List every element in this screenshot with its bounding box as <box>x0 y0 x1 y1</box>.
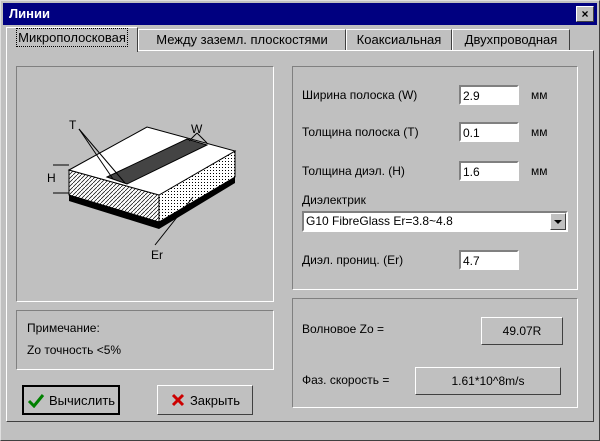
title-bar[interactable]: Линии × <box>3 3 597 25</box>
note-box: Примечание: Zo точность <5% <box>16 310 274 370</box>
close-window-button[interactable]: × <box>576 6 594 22</box>
dielectric-selected: G10 FibreGlass Er=3.8~4.8 <box>306 214 453 228</box>
close-label: Закрыть <box>189 392 241 408</box>
tab-microstrip[interactable]: Микрополосковая <box>6 27 138 52</box>
microstrip-diagram: T W H Er <box>47 118 237 262</box>
parameters-box: Ширина полоска (W) 2.9 мм Толщина полоск… <box>292 66 578 290</box>
tab-twin-wire[interactable]: Двухпроводная <box>452 29 570 50</box>
permittivity-label: Диэл. прониц. (Er) <box>302 253 404 267</box>
label-h: H <box>47 171 56 185</box>
thickness-input[interactable]: 0.1 <box>459 122 519 142</box>
thickness-label: Толщина полоска (T) <box>302 125 419 139</box>
impedance-output: 49.07R <box>481 317 563 345</box>
chevron-down-icon <box>554 220 562 224</box>
calculate-button[interactable]: Вычислить <box>22 385 120 415</box>
tab-coaxial[interactable]: Коаксиальная <box>346 29 452 50</box>
cross-icon <box>171 393 185 407</box>
dielectric-thickness-unit: мм <box>531 164 548 178</box>
calculate-label: Вычислить <box>48 392 116 408</box>
thickness-unit: мм <box>531 125 548 139</box>
tab-label: Двухпроводная <box>464 32 558 47</box>
width-unit: мм <box>531 88 548 102</box>
width-input[interactable]: 2.9 <box>459 85 519 105</box>
label-t: T <box>69 118 77 132</box>
dielectric-thickness-label: Толщина диэл. (H) <box>302 164 405 178</box>
tab-between-ground-planes[interactable]: Между заземл. плоскостями <box>138 29 346 50</box>
tab-label: Между заземл. плоскостями <box>156 32 328 47</box>
velocity-output: 1.61*10^8m/s <box>415 367 561 395</box>
permittivity-input[interactable]: 4.7 <box>459 250 519 270</box>
tab-label: Коаксиальная <box>356 32 442 47</box>
label-w: W <box>191 122 203 136</box>
velocity-label: Фаз. скорость = <box>302 373 390 387</box>
width-label: Ширина полоска (W) <box>302 88 418 102</box>
label-er: Er <box>151 248 163 262</box>
dropdown-button[interactable] <box>550 213 566 230</box>
window-title: Линии <box>9 6 50 21</box>
checkmark-icon <box>27 394 45 408</box>
dielectric-label: Диэлектрик <box>302 193 366 207</box>
impedance-label: Волновое Zo = <box>302 322 384 336</box>
diagram-box: T W H Er <box>16 66 274 302</box>
note-title: Примечание: <box>27 321 100 335</box>
dielectric-select[interactable]: G10 FibreGlass Er=3.8~4.8 <box>302 211 568 232</box>
results-box: Волновое Zo = 49.07R Фаз. скорость = 1.6… <box>292 298 578 408</box>
close-button[interactable]: Закрыть <box>157 385 253 415</box>
note-text: Zo точность <5% <box>27 343 122 357</box>
tab-label: Микрополосковая <box>16 28 128 47</box>
dielectric-thickness-input[interactable]: 1.6 <box>459 161 519 181</box>
